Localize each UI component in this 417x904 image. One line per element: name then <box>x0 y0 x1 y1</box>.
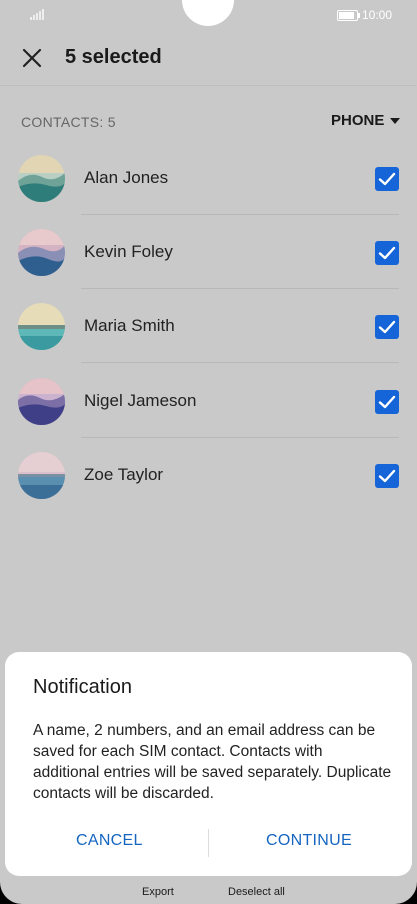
contact-row[interactable]: Alan Jones <box>0 141 417 215</box>
export-button[interactable]: Export <box>142 886 174 898</box>
contact-row[interactable]: Kevin Foley <box>0 215 417 289</box>
cancel-button[interactable]: CANCEL <box>76 832 143 850</box>
contacts-count: CONTACTS: 5 <box>21 114 116 130</box>
deselect-all-button[interactable]: Deselect all <box>228 886 285 898</box>
divider <box>0 85 417 86</box>
checkbox-checked-icon[interactable] <box>375 315 399 339</box>
screen: 10:00 5 selected CONTACTS: 5 PHONE Alan … <box>0 0 417 904</box>
signal-icon <box>30 9 44 20</box>
dialog-title: Notification <box>33 676 132 698</box>
avatar <box>18 452 65 499</box>
contact-name: Alan Jones <box>84 168 169 187</box>
storage-filter-dropdown[interactable]: PHONE <box>331 112 401 129</box>
avatar <box>18 378 65 425</box>
row-divider <box>81 362 399 363</box>
close-icon[interactable] <box>18 44 46 72</box>
checkbox-checked-icon[interactable] <box>375 464 399 488</box>
contact-row[interactable]: Maria Smith <box>0 289 417 363</box>
avatar <box>18 303 65 350</box>
button-divider <box>208 829 209 857</box>
checkbox-checked-icon[interactable] <box>375 167 399 191</box>
avatar <box>18 229 65 276</box>
contact-name: Kevin Foley <box>84 242 173 261</box>
caret-down-icon <box>390 117 401 124</box>
checkbox-checked-icon[interactable] <box>375 390 399 414</box>
contact-name: Maria Smith <box>84 316 175 335</box>
status-time: 10:00 <box>362 8 393 22</box>
storage-filter-label: PHONE <box>331 112 385 129</box>
contact-row[interactable]: Zoe Taylor <box>0 438 417 512</box>
notification-dialog: Notification A name, 2 numbers, and an e… <box>5 652 412 876</box>
dialog-message: A name, 2 numbers, and an email address … <box>33 722 392 802</box>
battery-icon <box>337 10 360 21</box>
contact-row[interactable]: Nigel Jameson <box>0 364 417 438</box>
checkbox-checked-icon[interactable] <box>375 241 399 265</box>
app-bar: 5 selected <box>0 30 417 86</box>
camera-notch <box>182 0 234 26</box>
continue-button[interactable]: CONTINUE <box>266 832 352 850</box>
contact-name: Nigel Jameson <box>84 391 197 410</box>
page-title: 5 selected <box>65 46 162 68</box>
avatar <box>18 155 65 202</box>
contact-name: Zoe Taylor <box>84 465 164 484</box>
status-bar: 10:00 <box>0 0 417 30</box>
